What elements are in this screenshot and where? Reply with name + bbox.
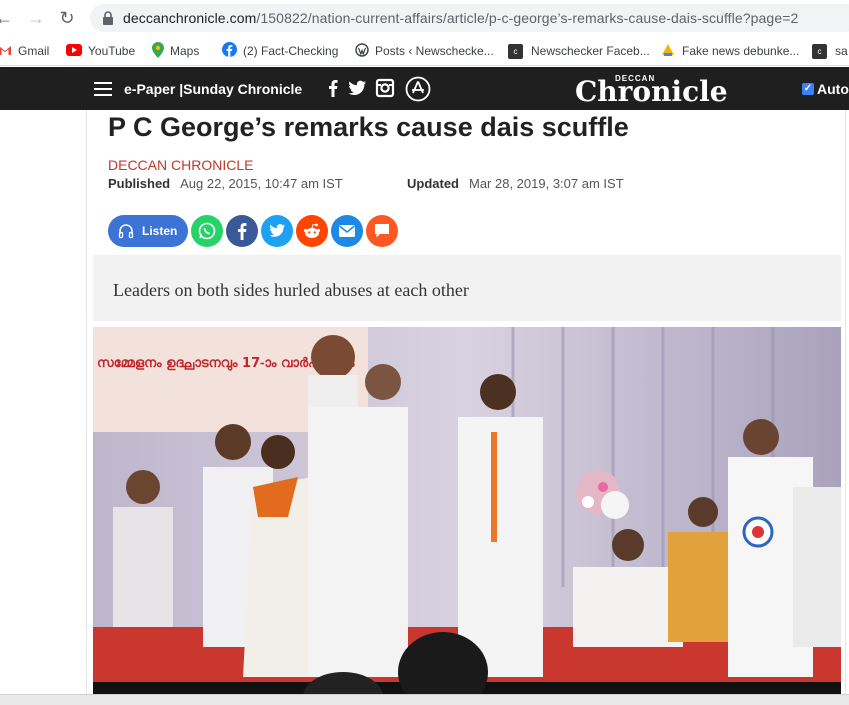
comment-button[interactable] [366,215,398,247]
facebook-icon [222,42,237,60]
site-header: e-Paper |Sunday Chronicle DECCAN Chronic… [0,67,849,110]
bookmark-sa[interactable]: c sa [812,42,848,60]
hamburger-menu-icon[interactable] [94,82,112,96]
comment-icon [375,224,389,238]
bookmark-label: (2) Fact-Checking [243,44,339,58]
bookmark-youtube[interactable]: YouTube [66,42,135,60]
url-path: /150822/nation-current-affairs/article/p… [256,10,799,26]
photo-scene: സമ്മേളനം ഉദ്ഘാടനവും 17-ാം വാർഷികവും [93,327,841,705]
headphones-icon [118,224,134,239]
reddit-share-button[interactable] [296,215,328,247]
newschecker-icon-2: c [812,43,827,59]
brand-big: Chronicle [575,75,728,108]
email-share-button[interactable] [331,215,363,247]
app-store-icon[interactable] [405,76,431,102]
url-text: deccanchronicle.com/150822/nation-curren… [123,10,798,26]
summary-text: Leaders on both sides hurled abuses at e… [113,280,469,300]
forward-arrow-icon[interactable]: → [26,8,46,28]
browser-toolbar: ← → ↻ deccanchronicle.com/150822/nation-… [0,0,849,36]
published-label: Published [108,176,171,191]
article-source[interactable]: DECCAN CHRONICLE [108,157,253,173]
address-bar[interactable]: deccanchronicle.com/150822/nation-curren… [90,4,849,32]
bottom-strip [0,694,849,705]
bookmark-newschecker-facebook[interactable]: c Newschecker Faceb... [508,42,650,60]
bookmark-fake-news-debunker[interactable]: Fake news debunke... [661,42,799,60]
bookmark-fact-checking[interactable]: (2) Fact-Checking [222,42,338,60]
twitter-icon [269,224,285,237]
published-meta: Published Aug 22, 2015, 10:47 am IST [108,176,343,191]
article: P C George’s remarks cause dais scuffle … [86,110,846,705]
listen-label: Listen [142,224,178,238]
updated-label: Updated [407,176,459,191]
bookmark-label: Fake news debunke... [682,44,800,58]
back-arrow-icon[interactable]: ← [0,8,14,28]
bookmark-label: Maps [170,44,200,58]
bookmark-label: Posts ‹ Newschecke... [375,44,494,58]
bookmark-label: YouTube [88,44,136,58]
bookmark-gmail[interactable]: Gmail [0,42,49,60]
debunker-icon [661,43,675,60]
newschecker-icon: c [508,43,523,59]
updated-meta: Updated Mar 28, 2019, 3:07 am IST [407,176,624,191]
article-summary: Leaders on both sides hurled abuses at e… [93,255,841,321]
facebook-icon [238,223,247,240]
youtube-icon [66,43,82,59]
auto-toggle[interactable]: ✓ Auto [802,81,849,97]
published-date: Aug 22, 2015, 10:47 am IST [180,176,343,191]
reload-icon[interactable]: ↻ [57,8,77,28]
updated-date: Mar 28, 2019, 3:07 am IST [469,176,624,191]
whatsapp-share-button[interactable] [191,215,223,247]
gmail-icon [0,44,12,59]
url-host: deccanchronicle.com [123,10,257,26]
article-photo[interactable]: സമ്മേളനം ഉദ്ഘാടനവും 17-ാം വാർഷികവും [93,327,841,705]
bookmark-label: Gmail [18,44,50,58]
article-headline: P C George’s remarks cause dais scuffle [108,112,629,142]
share-bar: Listen [108,215,398,247]
listen-button[interactable]: Listen [108,215,188,247]
instagram-icon[interactable] [375,78,395,98]
facebook-icon[interactable] [323,78,343,98]
twitter-icon[interactable] [347,78,367,98]
reddit-icon [303,223,321,238]
bookmarks-bar: Gmail YouTube Maps (2) Fact-Checking Pos… [0,36,849,66]
auto-label: Auto [817,81,849,97]
maps-icon [152,41,164,61]
wordpress-icon [355,42,369,60]
bookmark-label: Newschecker Faceb... [531,44,650,58]
checkbox-checked-icon: ✓ [802,83,814,95]
epaper-link[interactable]: e-Paper |Sunday Chronicle [124,81,302,97]
lock-icon [103,11,113,25]
whatsapp-icon [198,222,216,240]
bookmark-label: sa [835,44,848,58]
bookmark-maps[interactable]: Maps [152,41,200,61]
facebook-share-button[interactable] [226,215,258,247]
twitter-share-button[interactable] [261,215,293,247]
bookmark-posts-newschecker[interactable]: Posts ‹ Newschecke... [355,42,494,60]
email-icon [339,225,355,237]
